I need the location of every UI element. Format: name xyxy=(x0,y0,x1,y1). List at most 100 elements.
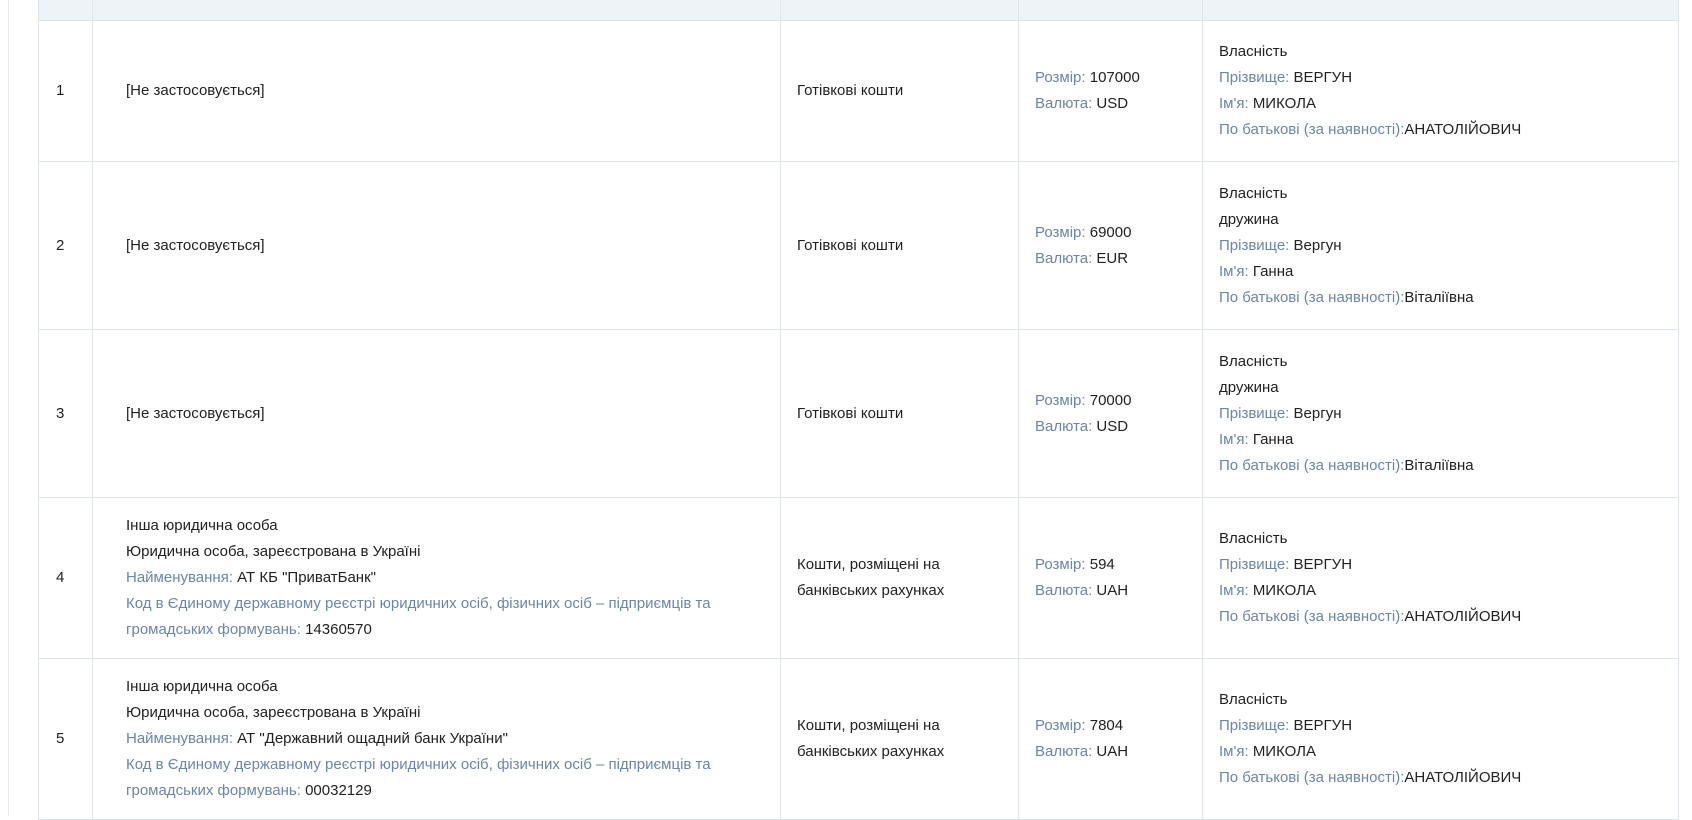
edrpou-line: Код в Єдиному державному реєстрі юридичн… xyxy=(126,591,750,643)
asset-type: Готівкові кошти xyxy=(780,329,1019,498)
name-label: Ім'я: xyxy=(1219,582,1249,599)
surname-line: Прізвище: ВЕРГУН xyxy=(1219,713,1678,739)
asset-size-cell: Розмір: 70000 Валюта: USD xyxy=(1018,329,1203,498)
company-name-value: АТ КБ "ПриватБанк" xyxy=(237,569,376,586)
size-line: Розмір: 107000 xyxy=(1035,65,1202,91)
edrpou-label: Код в Єдиному державному реєстрі юридичн… xyxy=(126,595,711,638)
ownership-type: Власність xyxy=(1219,43,1288,60)
surname-value: ВЕРГУН xyxy=(1293,556,1353,573)
asset-type: Готівкові кошти xyxy=(780,161,1019,330)
size-line: Розмір: 70000 xyxy=(1035,388,1202,414)
source-registration: Юридична особа, зареєстрована в Україні xyxy=(126,543,421,560)
asset-source: [Не застосовується] xyxy=(92,161,781,330)
company-name-value: АТ "Державний ощадний банк України" xyxy=(237,730,508,747)
size-value: 69000 xyxy=(1089,223,1132,241)
patronymic-value: Віталіївна xyxy=(1404,456,1474,474)
owner-cell: Власність Прізвище: ВЕРГУН Ім'я: МИКОЛА … xyxy=(1202,658,1679,820)
header-cell xyxy=(1202,0,1679,21)
name-value: МИКОЛА xyxy=(1252,95,1317,112)
source-registration: Юридична особа, зареєстрована в Україні xyxy=(126,704,421,721)
row-number: 1 xyxy=(38,20,93,162)
size-label: Розмір: xyxy=(1035,556,1086,573)
patronymic-line: По батькові (за наявності):АНАТОЛІЙОВИЧ xyxy=(1219,117,1678,143)
surname-line: Прізвище: Вергун xyxy=(1219,401,1678,427)
patronymic-line: По батькові (за наявності):Віталіївна xyxy=(1219,285,1678,311)
currency-line: Валюта: UAH xyxy=(1035,739,1202,765)
asset-type: Кошти, розміщені на банківських рахунках xyxy=(780,658,1019,820)
company-name-label: Найменування: xyxy=(126,569,233,586)
size-value: 107000 xyxy=(1089,69,1140,86)
patronymic-label: По батькові (за наявності): xyxy=(1219,608,1405,625)
name-label: Ім'я: xyxy=(1219,430,1249,448)
name-value: Ганна xyxy=(1252,430,1294,448)
table-header-row xyxy=(38,0,1679,21)
surname-line: Прізвище: ВЕРГУН xyxy=(1219,65,1678,91)
surname-value: Вергун xyxy=(1293,404,1342,422)
surname-line: Прізвище: Вергун xyxy=(1219,233,1678,259)
patronymic-line: По батькові (за наявності):Віталіївна xyxy=(1219,453,1678,479)
row-number: 2 xyxy=(38,161,93,330)
surname-label: Прізвище: xyxy=(1219,69,1290,86)
ownership-type: Власність xyxy=(1219,691,1288,708)
size-line: Розмір: 594 xyxy=(1035,552,1202,578)
asset-size-cell: Розмір: 7804 Валюта: UAH xyxy=(1018,658,1203,820)
ownership-type: Власність xyxy=(1219,530,1288,547)
size-value: 594 xyxy=(1089,556,1115,573)
currency-line: Валюта: USD xyxy=(1035,91,1202,117)
patronymic-label: По батькові (за наявності): xyxy=(1219,288,1405,306)
table-row: 5 Інша юридична особа Юридична особа, за… xyxy=(38,658,1679,820)
edrpou-value: 14360570 xyxy=(305,621,372,638)
currency-label: Валюта: xyxy=(1035,743,1093,760)
edrpou-value: 00032129 xyxy=(305,782,372,799)
name-value: Ганна xyxy=(1252,262,1294,280)
currency-label: Валюта: xyxy=(1035,249,1093,267)
patronymic-value: Віталіївна xyxy=(1404,288,1474,306)
currency-line: Валюта: UAH xyxy=(1035,578,1202,604)
currency-label: Валюта: xyxy=(1035,417,1093,435)
source-entity-type: Інша юридична особа xyxy=(126,678,278,695)
asset-source: [Не застосовується] xyxy=(92,20,781,162)
asset-source-cell: Інша юридична особа Юридична особа, заре… xyxy=(92,497,781,659)
name-value: МИКОЛА xyxy=(1252,743,1317,760)
patronymic-label: По батькові (за наявності): xyxy=(1219,121,1405,138)
size-label: Розмір: xyxy=(1035,223,1086,241)
name-line: Ім'я: Ганна xyxy=(1219,259,1678,285)
name-line: Ім'я: МИКОЛА xyxy=(1219,739,1678,765)
asset-size-cell: Розмір: 594 Валюта: UAH xyxy=(1018,497,1203,659)
currency-value: UAH xyxy=(1096,582,1129,599)
name-line: Ім'я: Ганна xyxy=(1219,427,1678,453)
ownership-type: Власність xyxy=(1219,184,1288,202)
patronymic-value: АНАТОЛІЙОВИЧ xyxy=(1404,769,1522,786)
company-name-label: Найменування: xyxy=(126,730,233,747)
owner-cell: Власність Прізвище: ВЕРГУН Ім'я: МИКОЛА … xyxy=(1202,20,1679,162)
currency-line: Валюта: EUR xyxy=(1035,246,1202,272)
monetary-assets-table: 1 [Не застосовується] Готівкові кошти Ро… xyxy=(38,0,1679,820)
asset-type: Кошти, розміщені на банківських рахунках xyxy=(780,497,1019,659)
currency-label: Валюта: xyxy=(1035,582,1093,599)
currency-value: USD xyxy=(1096,95,1129,112)
size-label: Розмір: xyxy=(1035,391,1086,409)
surname-label: Прізвище: xyxy=(1219,556,1290,573)
header-cell xyxy=(92,0,781,21)
row-number: 5 xyxy=(38,658,93,820)
name-line: Ім'я: МИКОЛА xyxy=(1219,578,1678,604)
asset-size-cell: Розмір: 69000 Валюта: EUR xyxy=(1018,161,1203,330)
asset-source: [Не застосовується] xyxy=(92,329,781,498)
name-line: Ім'я: МИКОЛА xyxy=(1219,91,1678,117)
currency-value: EUR xyxy=(1096,249,1129,267)
size-line: Розмір: 69000 xyxy=(1035,220,1202,246)
header-cell xyxy=(1018,0,1203,21)
currency-value: USD xyxy=(1096,417,1129,435)
row-number: 4 xyxy=(38,497,93,659)
surname-value: Вергун xyxy=(1293,236,1342,254)
row-number: 3 xyxy=(38,329,93,498)
size-value: 70000 xyxy=(1089,391,1132,409)
patronymic-line: По батькові (за наявності):АНАТОЛІЙОВИЧ xyxy=(1219,604,1678,630)
name-value: МИКОЛА xyxy=(1252,582,1317,599)
owner-cell: Власність дружина Прізвище: Вергун Ім'я:… xyxy=(1202,329,1679,498)
relation-type: дружина xyxy=(1219,378,1279,396)
company-name-line: Найменування: АТ КБ "ПриватБанк" xyxy=(126,565,750,591)
patronymic-label: По батькові (за наявності): xyxy=(1219,769,1405,786)
size-value: 7804 xyxy=(1089,717,1124,734)
surname-value: ВЕРГУН xyxy=(1293,69,1353,86)
